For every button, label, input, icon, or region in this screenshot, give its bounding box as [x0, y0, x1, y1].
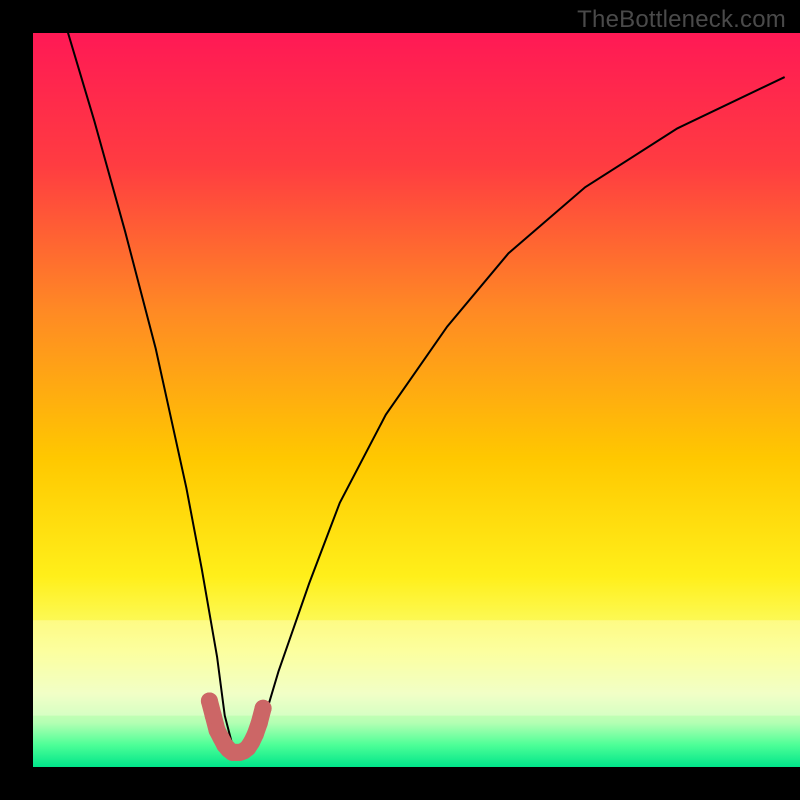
pale-band	[33, 620, 800, 715]
watermark-text: TheBottleneck.com	[577, 6, 786, 34]
bottleneck-chart	[0, 0, 800, 800]
